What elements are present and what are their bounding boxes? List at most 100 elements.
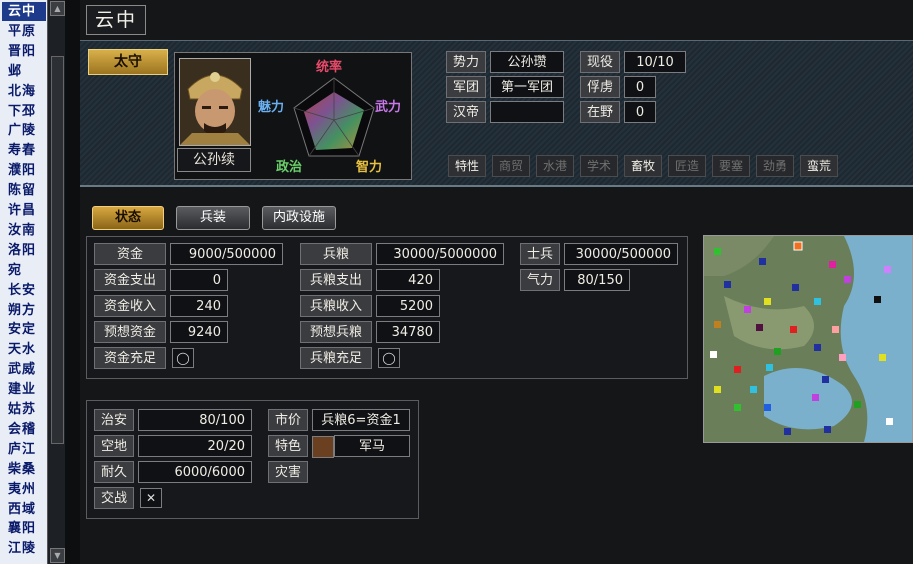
city-list-item[interactable]: 朔方 [2, 301, 46, 320]
city-list-item[interactable]: 汝南 [2, 221, 46, 240]
city-list-item[interactable]: 江陵 [2, 539, 46, 558]
city-list-item[interactable]: 洛阳 [2, 241, 46, 260]
soldier-value: 30000/500000 [564, 243, 678, 265]
city-list-item[interactable]: 广陵 [2, 121, 46, 140]
gold-out-label: 资金支出 [94, 269, 166, 291]
minimap[interactable] [703, 235, 913, 443]
gold-in-value: 240 [170, 295, 228, 317]
food-out-value: 420 [376, 269, 440, 291]
scroll-thumb[interactable] [51, 56, 64, 444]
city-list-item[interactable]: 安定 [2, 320, 46, 339]
stat-force-label: 武力 [375, 100, 402, 115]
trait-item: 商贸 [492, 155, 530, 177]
active-value: 10/10 [624, 51, 686, 73]
city-list-item[interactable]: 天水 [2, 340, 46, 359]
food-label: 兵粮 [300, 243, 372, 265]
trait-item: 畜牧 [624, 155, 662, 177]
city-list-item[interactable]: 寿春 [2, 141, 46, 160]
city-list-item[interactable]: 濮阳 [2, 161, 46, 180]
city-list-item[interactable]: 宛 [2, 261, 46, 280]
trait-item: 蛮荒 [800, 155, 838, 177]
war-checkbox[interactable]: ✕ [140, 488, 162, 508]
city-list-item[interactable]: 邺 [2, 62, 46, 81]
special-value: 军马 [334, 435, 410, 457]
disaster-label: 灾害 [268, 461, 308, 483]
trait-item: 水港 [536, 155, 574, 177]
corps-value: 第一军团 [490, 76, 564, 98]
city-list-item[interactable]: 西域 [2, 500, 46, 519]
general-portrait[interactable] [179, 58, 251, 146]
general-name: 公孙续 [177, 148, 251, 172]
trait-label: 特性 [448, 155, 486, 177]
city-list-item[interactable]: 庐江 [2, 440, 46, 459]
food-est-value: 34780 [376, 321, 440, 343]
force-label: 势力 [446, 51, 486, 73]
stat-intellect-label: 智力 [356, 160, 383, 175]
captive-label: 俘虏 [580, 76, 620, 98]
order-value: 80/100 [138, 409, 252, 431]
stat-radar [293, 77, 375, 157]
city-list-item[interactable]: 下邳 [2, 102, 46, 121]
city-title: 云中 [86, 5, 146, 35]
gold-value: 9000/500000 [170, 243, 283, 265]
city-list-item[interactable]: 平原 [2, 22, 46, 41]
rank-badge: 太守 [88, 49, 168, 75]
city-list-item[interactable]: 柴桑 [2, 460, 46, 479]
city-list-item[interactable]: 许昌 [2, 201, 46, 220]
city-list-scrollbar[interactable]: ▲ ▼ [47, 0, 65, 564]
city-list-item[interactable]: 北海 [2, 82, 46, 101]
gold-est-label: 预想资金 [94, 321, 166, 343]
emperor-label: 汉帝 [446, 101, 486, 123]
trait-item: 劲勇 [756, 155, 794, 177]
durability-label: 耐久 [94, 461, 134, 483]
corps-label: 军团 [446, 76, 486, 98]
trait-item: 要塞 [712, 155, 750, 177]
city-list-item[interactable]: 夷州 [2, 480, 46, 499]
city-list: 云中 平原 晋阳邺北海 下邳 广陵 寿春 濮阳 陈留 许昌 汝南 洛阳宛长安 朔方 安定 天水 武威 建业 姑苏… [0, 0, 48, 564]
city-list-item[interactable]: 陈留 [2, 181, 46, 200]
gold-est-value: 9240 [170, 321, 228, 343]
food-out-label: 兵粮支出 [300, 269, 372, 291]
food-value: 30000/5000000 [376, 243, 504, 265]
food-in-value: 5200 [376, 295, 440, 317]
stat-politics-label: 政治 [276, 160, 303, 175]
city-list-item[interactable]: 云中 [2, 2, 46, 21]
land-label: 空地 [94, 435, 134, 457]
trait-item: 学术 [580, 155, 618, 177]
price-label: 市价 [268, 409, 308, 431]
soldier-label: 士兵 [520, 243, 560, 265]
food-full-label: 兵粮充足 [300, 347, 372, 369]
tab-facilities[interactable]: 内政设施 [262, 206, 336, 230]
stat-command-label: 统率 [316, 60, 343, 75]
morale-value: 80/150 [564, 269, 630, 291]
scroll-up-icon[interactable]: ▲ [50, 1, 65, 16]
morale-label: 气力 [520, 269, 560, 291]
tab-equipment[interactable]: 兵装 [176, 206, 250, 230]
city-list-item[interactable]: 会稽 [2, 420, 46, 439]
food-full-checkbox[interactable]: ◯ [378, 348, 400, 368]
tab-status[interactable]: 状态 [92, 206, 164, 230]
city-list-item[interactable]: 襄阳 [2, 519, 46, 538]
city-list-item[interactable]: 武威 [2, 360, 46, 379]
city-list-item[interactable]: 长安 [2, 281, 46, 300]
city-list-item[interactable]: 姑苏 [2, 400, 46, 419]
food-in-label: 兵粮收入 [300, 295, 372, 317]
wild-value: 0 [624, 101, 656, 123]
wild-label: 在野 [580, 101, 620, 123]
city-list-item[interactable]: 建业 [2, 380, 46, 399]
city-list-item[interactable]: 晋阳 [2, 42, 46, 61]
gold-full-checkbox[interactable]: ◯ [172, 348, 194, 368]
land-value: 20/20 [138, 435, 252, 457]
gold-in-label: 资金收入 [94, 295, 166, 317]
food-est-label: 预想兵粮 [300, 321, 372, 343]
gold-label: 资金 [94, 243, 166, 265]
divider [65, 0, 80, 564]
war-label: 交战 [94, 487, 134, 509]
order-label: 治安 [94, 409, 134, 431]
gold-full-label: 资金充足 [94, 347, 166, 369]
stat-charm-label: 魅力 [258, 100, 285, 115]
force-value: 公孙瓒 [490, 51, 564, 73]
scroll-down-icon[interactable]: ▼ [50, 548, 65, 563]
active-label: 现役 [580, 51, 620, 73]
emperor-value [490, 101, 564, 123]
